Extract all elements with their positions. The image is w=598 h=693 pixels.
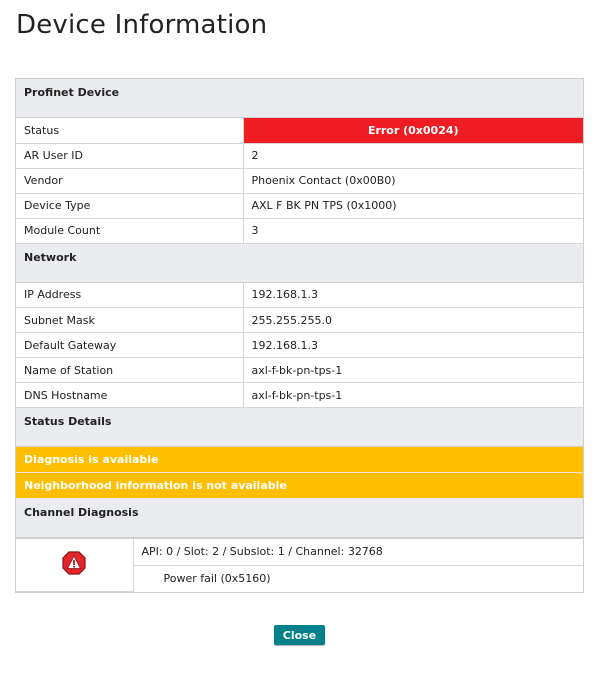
row-key: Subnet Mask <box>16 307 244 333</box>
row-key: Name of Station <box>16 357 244 383</box>
close-button[interactable]: Close <box>274 625 325 645</box>
table-row: DNS Hostname axl-f-bk-pn-tps-1 <box>16 382 583 408</box>
table-row: IP Address 192.168.1.3 <box>16 282 583 308</box>
profinet-table: Status Error (0x0024) AR User ID 2 Vendo… <box>16 118 583 244</box>
section-header-profinet: Profinet Device <box>16 79 583 118</box>
channel-diagnosis-block: API: 0 / Slot: 2 / Subslot: 1 / Channel:… <box>16 538 583 592</box>
warning-message: Diagnosis is available <box>16 447 583 473</box>
row-key: DNS Hostname <box>16 382 244 408</box>
row-value: 192.168.1.3 <box>243 332 583 358</box>
row-key: Default Gateway <box>16 332 244 358</box>
row-value: Phoenix Contact (0x00B0) <box>243 168 583 194</box>
section-header-status-details: Status Details <box>16 408 583 447</box>
error-octagon-icon <box>62 551 86 575</box>
row-value: 2 <box>243 143 583 169</box>
device-info-panel: Profinet Device Status Error (0x0024) AR… <box>15 78 584 593</box>
page-title: Device Information <box>16 10 268 40</box>
diagnosis-message: Power fail (0x5160) <box>163 571 271 585</box>
table-row: Module Count 3 <box>16 218 583 244</box>
table-row: Subnet Mask 255.255.255.0 <box>16 307 583 333</box>
status-badge: Error (0x0024) <box>243 118 583 144</box>
row-key: Status <box>16 118 244 144</box>
row-value: 192.168.1.3 <box>243 282 583 308</box>
warning-message: Neighborhood information is not availabl… <box>16 473 583 499</box>
table-row: Name of Station axl-f-bk-pn-tps-1 <box>16 357 583 383</box>
row-key: AR User ID <box>16 143 244 169</box>
table-row: Vendor Phoenix Contact (0x00B0) <box>16 168 583 194</box>
section-header-channel-diagnosis: Channel Diagnosis <box>16 499 583 538</box>
row-value: 3 <box>243 218 583 244</box>
network-table: IP Address 192.168.1.3 Subnet Mask 255.2… <box>16 282 583 408</box>
table-row: API: 0 / Slot: 2 / Subslot: 1 / Channel:… <box>16 539 583 592</box>
diagnosis-icon-cell <box>16 539 134 592</box>
table-row: Device Type AXL F BK PN TPS (0x1000) <box>16 193 583 219</box>
row-value: axl-f-bk-pn-tps-1 <box>243 382 583 408</box>
row-value: AXL F BK PN TPS (0x1000) <box>243 193 583 219</box>
channel-diagnosis-table: API: 0 / Slot: 2 / Subslot: 1 / Channel:… <box>16 539 583 592</box>
table-row: Status Error (0x0024) <box>16 118 583 144</box>
row-value: axl-f-bk-pn-tps-1 <box>243 357 583 383</box>
table-row: AR User ID 2 <box>16 143 583 169</box>
row-key: Module Count <box>16 218 244 244</box>
row-key: IP Address <box>16 282 244 308</box>
section-header-network: Network <box>16 243 583 283</box>
diagnosis-location: API: 0 / Slot: 2 / Subslot: 1 / Channel:… <box>133 539 583 566</box>
row-key: Device Type <box>16 193 244 219</box>
row-value: 255.255.255.0 <box>243 307 583 333</box>
table-row: Default Gateway 192.168.1.3 <box>16 332 583 358</box>
row-key: Vendor <box>16 168 244 194</box>
